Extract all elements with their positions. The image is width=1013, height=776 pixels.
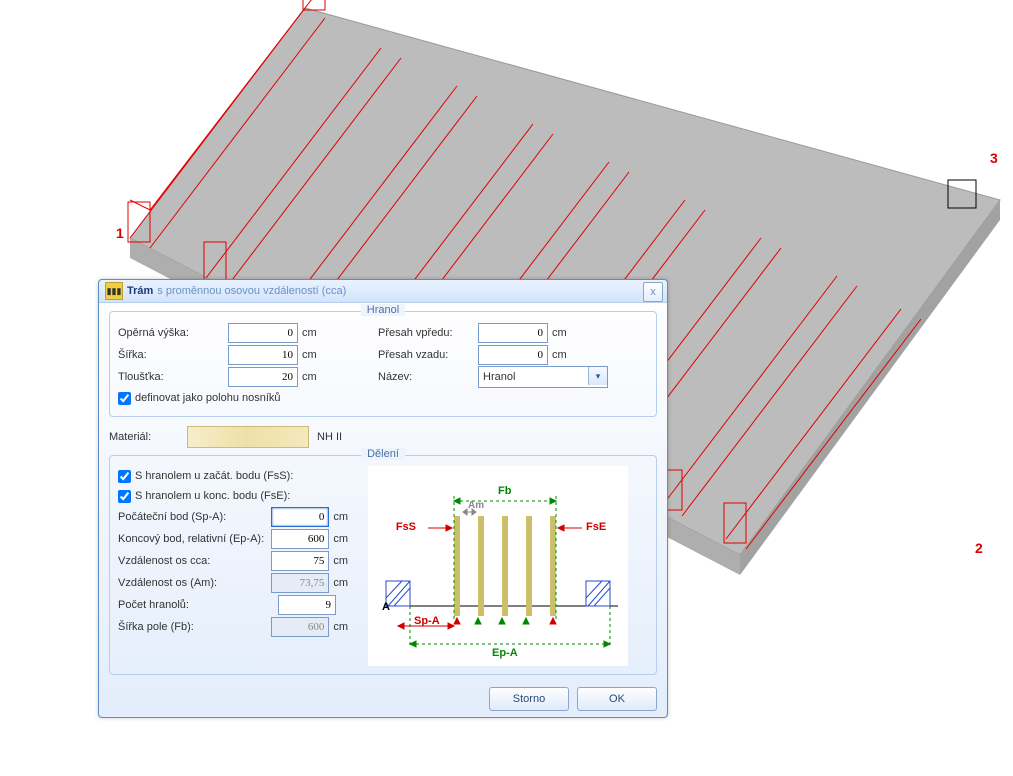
sirka-input[interactable] [228,345,298,365]
fb-label: Šířka pole (Fb): [118,621,271,633]
close-icon: x [650,286,656,298]
group-deleni: Dělení S hranolem u začát. bodu (FsS): S… [109,455,657,675]
definovat-label: definovat jako polohu nosníků [135,392,281,404]
storno-button[interactable]: Storno [489,687,569,711]
fss-checkbox[interactable] [118,470,131,483]
point-label-2: 2 [975,540,983,556]
material-label: Materiál: [109,431,187,443]
fb-input [271,617,329,637]
close-button[interactable]: x [643,282,663,302]
svg-text:Ep-A: Ep-A [492,647,518,659]
svg-text:Fb: Fb [498,485,512,497]
group-deleni-legend: Dělení [361,448,405,460]
button-bar: Storno OK [109,681,657,711]
nazev-value: Hranol [483,371,515,383]
svg-text:Am: Am [468,500,484,511]
app-icon: ▮▮▮ [105,282,123,300]
epa-input[interactable] [271,529,329,549]
point-label-1: 1 [116,225,124,241]
am-input [271,573,329,593]
definovat-checkbox[interactable] [118,392,131,405]
presah-vzadu-input[interactable] [478,345,548,365]
operna-vyska-input[interactable] [228,323,298,343]
operna-vyska-label: Opěrná výška: [118,327,228,339]
group-hranol-legend: Hranol [361,304,405,316]
presah-vzadu-label: Přesah vzadu: [378,349,478,361]
svg-text:Sp-A: Sp-A [414,615,440,627]
dialog-title-strong: Trám [127,285,153,297]
svg-text:FsE: FsE [586,521,606,533]
spa-input[interactable] [271,507,329,527]
tloustka-label: Tloušťka: [118,371,228,383]
ok-button[interactable]: OK [577,687,657,711]
svg-text:A: A [382,601,390,613]
beam-dialog: ▮▮▮ Trám s proměnnou osovou vzdáleností … [98,279,668,718]
pocet-label: Počet hranolů: [118,599,278,611]
presah-vpredu-label: Přesah vpředu: [378,327,478,339]
dialog-titlebar[interactable]: ▮▮▮ Trám s proměnnou osovou vzdáleností … [99,280,667,303]
chevron-down-icon: ▾ [588,367,607,385]
material-name: NH II [317,431,342,443]
spa-label: Počáteční bod (Sp-A): [118,511,271,523]
epa-label: Koncový bod, relativní (Ep-A): [118,533,271,545]
am-label: Vzdálenost os (Am): [118,577,271,589]
unit-cm: cm [302,327,317,339]
nazev-select[interactable]: Hranol ▾ [478,366,608,388]
presah-vpredu-input[interactable] [478,323,548,343]
tloustka-input[interactable] [228,367,298,387]
division-diagram: Fb Am FsS FsE A Sp-A Ep-A [368,466,628,666]
fse-label: S hranolem u konc. bodu (FsE): [135,490,290,502]
fse-checkbox[interactable] [118,490,131,503]
pocet-input[interactable] [278,595,336,615]
material-row: Materiál: NH II [109,423,657,451]
definovat-checkbox-row: definovat jako polohu nosníků [118,388,648,408]
vzd-cca-label: Vzdálenost os cca: [118,555,271,567]
dialog-title-rest: s proměnnou osovou vzdáleností (cca) [157,285,346,297]
vzd-cca-input[interactable] [271,551,329,571]
nazev-label: Název: [378,371,478,383]
group-hranol: Hranol Opěrná výška: cm Šířka: cm Tloušť… [109,311,657,417]
fss-label: S hranolem u začát. bodu (FsS): [135,470,293,482]
material-swatch[interactable] [187,426,309,448]
sirka-label: Šířka: [118,349,228,361]
point-label-3: 3 [990,150,998,166]
svg-text:FsS: FsS [396,521,416,533]
